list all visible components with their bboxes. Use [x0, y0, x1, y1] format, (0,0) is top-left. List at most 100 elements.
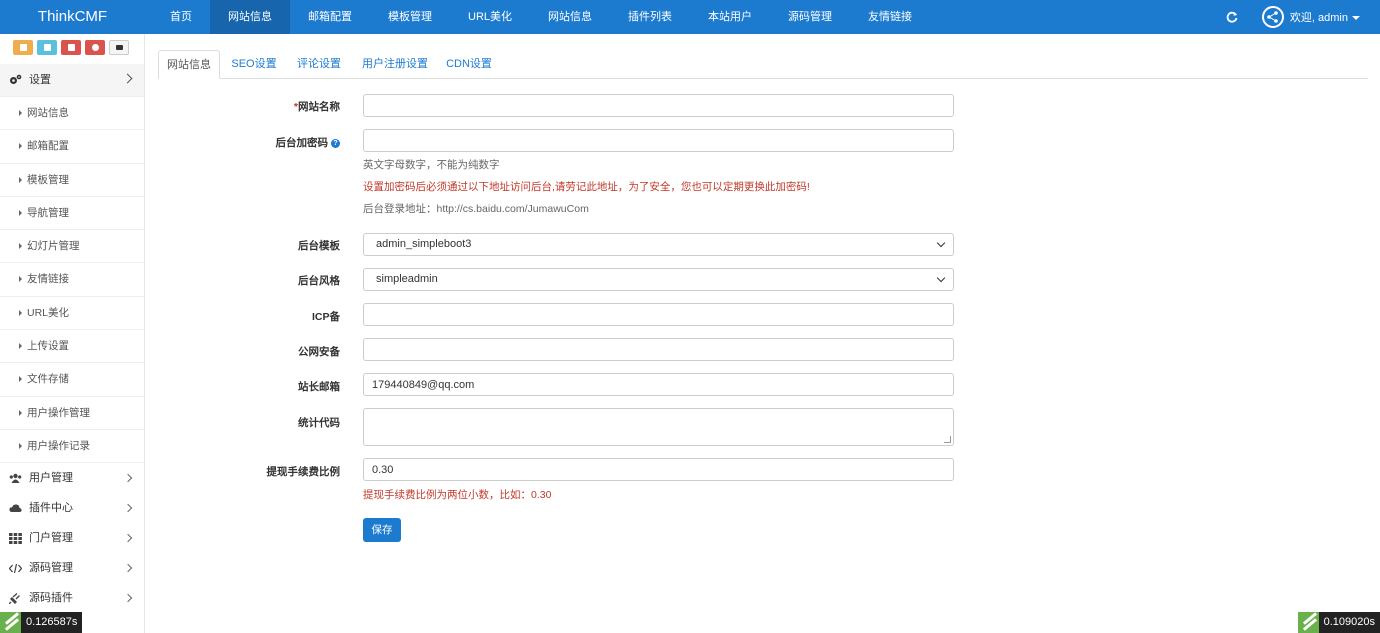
sidebar-item-source-plugins[interactable]: 源码插件	[0, 583, 144, 613]
brand-logo[interactable]: ThinkCMF	[0, 0, 145, 34]
quick-actions	[13, 40, 133, 55]
fee-ratio-hint: 提现手续费比例为两位小数，比如：0.30	[363, 489, 552, 501]
site-name-input[interactable]	[363, 94, 954, 117]
sidebar-subitem-storage[interactable]: 文件存储	[0, 363, 144, 397]
nav-home[interactable]: 首页	[152, 0, 210, 34]
sidebar-subitem-label: URL美化	[27, 306, 70, 319]
admin-theme-select[interactable]: admin_simpleboot3	[363, 233, 954, 256]
timer-badge-right: 0.109020s	[1297, 612, 1380, 633]
save-button[interactable]: 保存	[363, 518, 401, 542]
sidebar-item-label: 设置	[29, 74, 51, 86]
thinkphp-logo-icon	[1297, 612, 1319, 633]
nav-url-rewrite[interactable]: URL美化	[450, 0, 530, 34]
sidebar-item-label: 用户管理	[29, 472, 73, 485]
resize-grip-icon[interactable]	[944, 436, 951, 443]
caret-right-icon	[19, 376, 22, 383]
chevron-right-icon	[123, 594, 133, 603]
tab-seo[interactable]: SEO设置	[224, 50, 284, 78]
sidebar-menu: 设置 网站信息 邮箱配置 模板管理 导航管理 幻灯片管理 友情链接 URL美化 …	[0, 64, 144, 613]
caret-right-icon	[19, 209, 22, 216]
chevron-right-icon	[123, 534, 133, 543]
user-menu[interactable]: 欢迎, admin	[1290, 9, 1360, 25]
code-icon	[9, 564, 22, 574]
nav-links[interactable]: 友情链接	[850, 0, 930, 34]
icp-input[interactable]	[363, 303, 954, 326]
nav-site-info[interactable]: 网站信息	[210, 0, 290, 34]
sidebar-subitem-upload[interactable]: 上传设置	[0, 330, 144, 364]
list-icon[interactable]	[109, 40, 129, 55]
sidebar-subitem-template[interactable]: 模板管理	[0, 164, 144, 197]
nav-mail-config[interactable]: 邮箱配置	[290, 0, 370, 34]
stats-code-textarea[interactable]	[363, 408, 954, 446]
site-name-label: *网站名称	[294, 99, 340, 114]
sidebar-subitem-site-info[interactable]: 网站信息	[0, 97, 144, 131]
stats-code-label: 统计代码	[298, 417, 340, 429]
top-nav: 首页 网站信息 邮箱配置 模板管理 URL美化 网站信息 插件列表 本站用户 源…	[152, 0, 930, 34]
sidebar-item-plugins[interactable]: 插件中心	[0, 493, 144, 523]
email-label: 站长邮箱	[298, 381, 340, 393]
cloud-icon	[9, 504, 22, 513]
tab-registration[interactable]: 用户注册设置	[356, 50, 434, 78]
recycle-icon[interactable]	[85, 40, 105, 55]
admin-password-label-text: 后台加密码	[275, 137, 329, 149]
caret-right-icon	[19, 243, 22, 250]
chevron-right-icon	[123, 474, 133, 483]
caret-right-icon	[19, 343, 22, 350]
fee-ratio-input[interactable]	[363, 458, 954, 481]
sidebar-subitem-url[interactable]: URL美化	[0, 297, 144, 331]
sidebar-item-portal[interactable]: 门户管理	[0, 523, 144, 553]
sidebar-item-users[interactable]: 用户管理	[0, 463, 144, 493]
avatar[interactable]	[1261, 6, 1284, 28]
nav-site-info-2[interactable]: 网站信息	[530, 0, 610, 34]
sidebar-item-settings[interactable]: 设置	[0, 64, 144, 97]
nav-users[interactable]: 本站用户	[690, 0, 770, 34]
nav-plugins[interactable]: 插件列表	[610, 0, 690, 34]
sidebar-subitem-label: 幻灯片管理	[27, 240, 80, 253]
question-circle-icon[interactable]: ?	[331, 138, 340, 148]
fee-ratio-label: 提现手续费比例	[266, 466, 341, 478]
grid-icon	[9, 533, 22, 545]
sidebar-subitem-label: 模板管理	[27, 173, 69, 186]
email-input[interactable]	[363, 373, 954, 396]
sidebar-subitem-slides[interactable]: 幻灯片管理	[0, 230, 144, 264]
caret-right-icon	[19, 309, 22, 316]
password-hint: 英文字母数字，不能为纯数字	[363, 159, 500, 171]
sidebar-subitem-label: 导航管理	[27, 206, 69, 219]
timer-badge-left: 0.126587s	[0, 612, 83, 633]
site-name-label-text: 网站名称	[298, 101, 340, 113]
thinkphp-logo-icon	[0, 612, 21, 633]
sidebar-subitem-label: 上传设置	[27, 340, 69, 353]
tab-cdn[interactable]: CDN设置	[440, 50, 498, 78]
caret-right-icon	[19, 176, 22, 183]
refresh-icon[interactable]	[1226, 11, 1238, 23]
admin-theme-value: admin_simpleboot3	[376, 238, 472, 250]
admin-password-input[interactable]	[363, 129, 954, 152]
users-icon	[9, 474, 22, 484]
home-icon[interactable]	[13, 40, 33, 55]
user-area: 欢迎, admin	[1226, 0, 1360, 34]
timer-left-text: 0.126587s	[21, 612, 83, 633]
login-url-text: 后台登录地址：http://cs.baidu.com/JumawuCom	[363, 203, 589, 215]
sidebar-subitem-label: 友情链接	[27, 273, 69, 286]
sidebar-subitem-links[interactable]: 友情链接	[0, 263, 144, 297]
sidebar-subitem-user-actions[interactable]: 用户操作管理	[0, 397, 144, 430]
chevron-down-icon	[936, 273, 946, 283]
settings-tabs: 网站信息 SEO设置 评论设置 用户注册设置 CDN设置	[158, 50, 1368, 79]
police-input[interactable]	[363, 338, 954, 361]
sidebar-subitem-action-log[interactable]: 用户操作记录	[0, 430, 144, 464]
tab-comments[interactable]: 评论设置	[290, 50, 348, 78]
police-label: 公网安备	[298, 346, 340, 358]
sidebar-subitem-nav[interactable]: 导航管理	[0, 197, 144, 231]
caret-right-icon	[19, 276, 22, 283]
nav-template[interactable]: 模板管理	[370, 0, 450, 34]
sidebar-item-source[interactable]: 源码管理	[0, 553, 144, 583]
nav-source[interactable]: 源码管理	[770, 0, 850, 34]
sidebar-subitem-label: 文件存储	[27, 373, 69, 386]
welcome-text: 欢迎, admin	[1289, 12, 1348, 24]
sidebar-subitem-mail[interactable]: 邮箱配置	[0, 130, 144, 164]
file-icon[interactable]	[37, 40, 57, 55]
tab-site-info[interactable]: 网站信息	[158, 50, 220, 79]
top-navbar: ThinkCMF 首页 网站信息 邮箱配置 模板管理 URL美化 网站信息 插件…	[0, 0, 1380, 34]
trash-icon[interactable]	[61, 40, 81, 55]
admin-style-select[interactable]: simpleadmin	[363, 268, 954, 291]
